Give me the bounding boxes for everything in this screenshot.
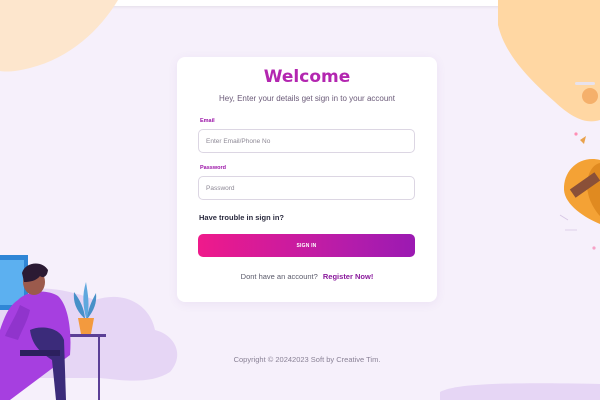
top-right-blob: [498, 0, 600, 122]
trouble-signin-link[interactable]: Have trouble in sign in?: [199, 213, 284, 222]
email-label: Email: [200, 118, 215, 124]
balloon-icon: [559, 159, 600, 231]
no-account-text: Dont have an account?: [240, 272, 318, 281]
top-left-blob: [0, 0, 118, 72]
register-link[interactable]: Register Now!: [323, 272, 373, 281]
bottom-right-shape: [440, 383, 600, 400]
password-field[interactable]: [198, 176, 415, 200]
register-row: Dont have an account? Register Now!: [177, 272, 437, 281]
sign-in-button[interactable]: SIGN IN: [198, 234, 415, 257]
copyright-text: Copyright © 20242023 Soft by Creative Ti…: [233, 355, 381, 364]
email-field[interactable]: [198, 129, 415, 153]
page-title: Welcome: [263, 67, 351, 87]
page-subtitle: Hey, Enter your details get sign in to y…: [219, 94, 395, 103]
password-label: Password: [200, 165, 226, 171]
login-card: Welcome Hey, Enter your details get sign…: [177, 57, 437, 302]
